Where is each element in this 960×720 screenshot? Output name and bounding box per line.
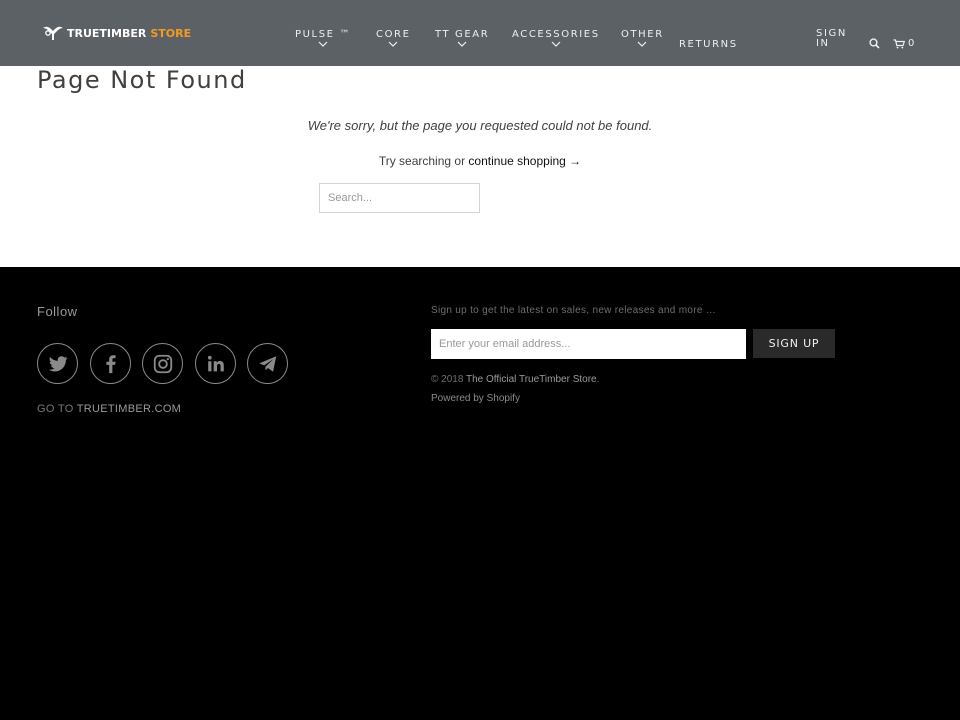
search-icon[interactable] — [869, 38, 880, 49]
logo[interactable]: TRUETIMBER STORE — [42, 25, 191, 41]
try-prefix: Try searching or — [378, 154, 469, 168]
facebook-link[interactable] — [90, 343, 131, 384]
chevron-down-icon — [388, 41, 398, 47]
powered-by-shopify-link[interactable]: Powered by Shopify — [431, 393, 520, 404]
site-header: TRUETIMBER STORE PULSE ™ CORE TT GEAR AC… — [0, 0, 960, 66]
chevron-down-icon — [318, 41, 328, 47]
telegram-icon — [258, 355, 276, 372]
instagram-icon — [153, 354, 172, 373]
try-searching-text: Try searching or continue shopping → — [0, 154, 960, 168]
twitter-icon — [48, 355, 68, 372]
copyright-prefix: © 2018 — [431, 374, 466, 385]
goto-truetimber: GO TO TRUETIMBER.COM — [37, 403, 181, 415]
facebook-icon — [105, 354, 116, 373]
nav-label: ACCESSORIES — [512, 29, 600, 40]
cart-button[interactable]: 0 — [893, 38, 915, 49]
logo-text: TRUETIMBER — [67, 26, 147, 40]
truetimber-com-link[interactable]: TRUETIMBER.COM — [77, 403, 181, 415]
sign-in-line2: IN — [816, 38, 830, 49]
nav-label: TT GEAR — [435, 29, 490, 40]
nav-item-pulse[interactable]: PULSE ™ — [295, 29, 351, 48]
search-input[interactable] — [319, 183, 480, 213]
chevron-down-icon — [637, 41, 647, 47]
nav-item-accessories[interactable]: ACCESSORIES — [512, 29, 600, 48]
chevron-down-icon — [457, 41, 467, 47]
logo-store-text: STORE — [150, 26, 192, 40]
follow-heading: Follow — [37, 304, 78, 319]
copyright: © 2018 The Official TrueTimber Store. — [431, 374, 599, 385]
nav-item-tt-gear[interactable]: TT GEAR — [435, 29, 489, 48]
sign-up-button[interactable]: SIGN UP — [753, 329, 835, 358]
linkedin-icon — [207, 355, 224, 371]
store-link[interactable]: The Official TrueTimber Store — [466, 374, 597, 385]
sign-in-link[interactable]: SIGN IN — [816, 29, 852, 49]
nav-label: CORE — [376, 29, 411, 40]
chevron-down-icon — [551, 41, 561, 47]
copyright-suffix: . — [596, 374, 600, 385]
goto-prefix: GO TO — [37, 403, 77, 415]
page-title: Page Not Found — [37, 66, 247, 94]
truetimber-logo-icon — [43, 26, 63, 40]
main-content: Page Not Found We're sorry, but the page… — [0, 66, 960, 267]
linkedin-link[interactable] — [195, 343, 236, 384]
cart-icon — [893, 38, 905, 48]
nav-item-other[interactable]: OTHER — [621, 29, 664, 48]
newsletter-email-input[interactable] — [431, 329, 746, 359]
site-footer: Follow GO TO TRUETIMBER.COM Sign up to g… — [0, 267, 960, 720]
nav-item-returns[interactable]: RETURNS — [679, 39, 738, 50]
nav-item-core[interactable]: CORE — [376, 29, 411, 48]
telegram-link[interactable] — [247, 343, 288, 384]
cart-count: 0 — [908, 38, 916, 49]
newsletter-text: Sign up to get the latest on sales, new … — [431, 305, 717, 316]
continue-shopping-link[interactable]: continue shopping → — [468, 154, 581, 168]
instagram-link[interactable] — [142, 343, 183, 384]
twitter-link[interactable] — [37, 343, 78, 384]
not-found-message: We're sorry, but the page you requested … — [307, 118, 653, 133]
nav-label: PULSE ™ — [295, 29, 351, 40]
nav-label: OTHER — [621, 29, 664, 40]
